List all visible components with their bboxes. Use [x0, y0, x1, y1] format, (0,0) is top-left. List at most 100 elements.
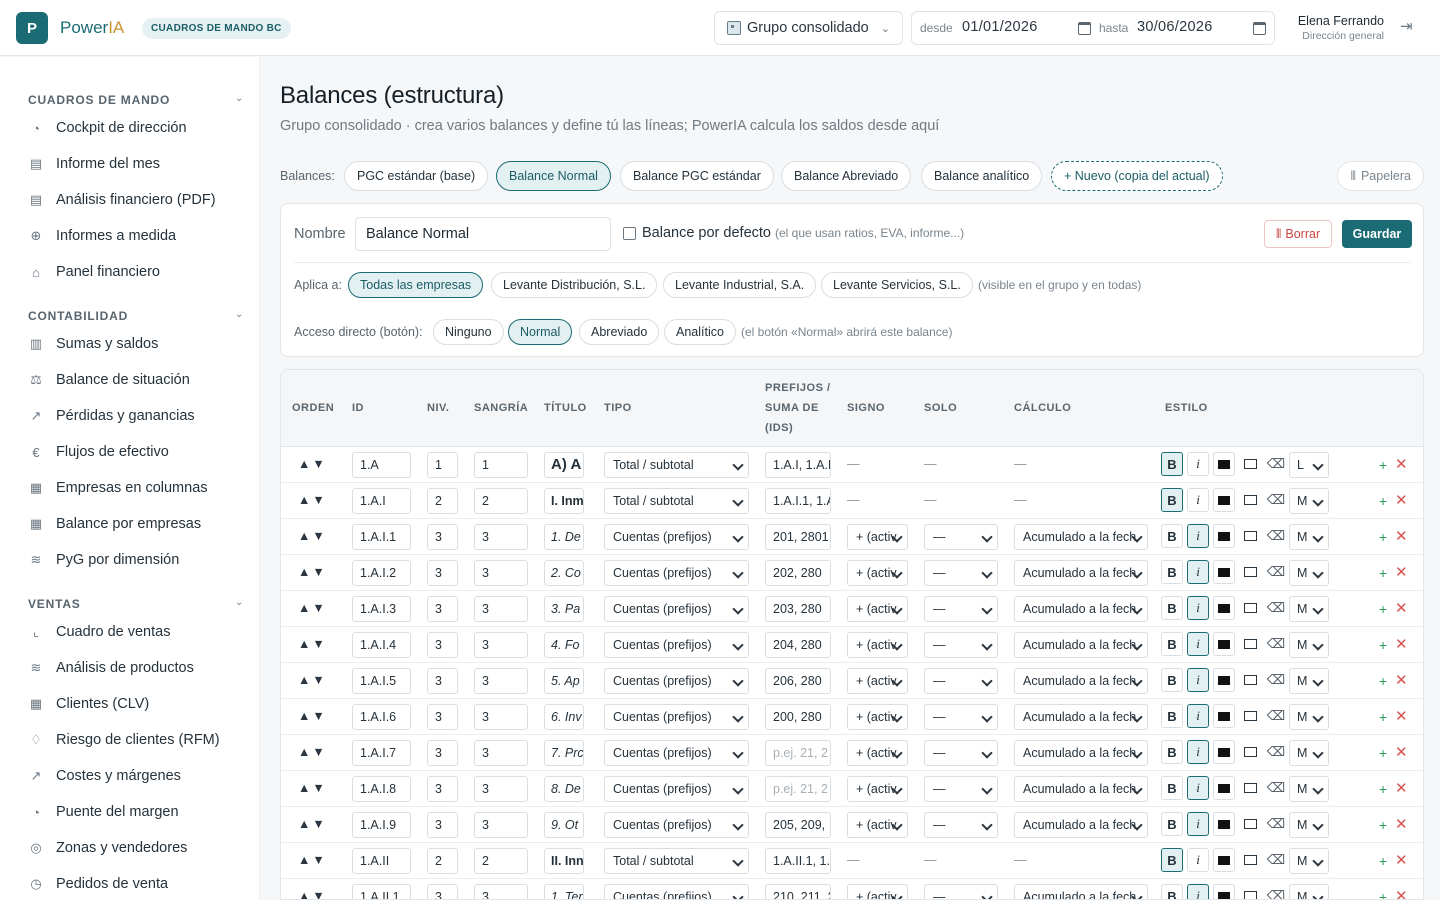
save-button[interactable]: Guardar — [1342, 220, 1412, 248]
sidebar-item[interactable]: ♢ Riesgo de clientes (RFM) — [28, 732, 219, 748]
title-input[interactable]: A) A — [544, 452, 584, 478]
sign-select[interactable]: + (activ — [847, 812, 908, 838]
move-down-icon[interactable]: ▼ — [312, 781, 326, 795]
italic-toggle[interactable]: i — [1187, 668, 1209, 692]
only-select[interactable]: — — [924, 632, 998, 658]
level-input[interactable]: 3 — [427, 704, 458, 730]
move-down-icon[interactable]: ▼ — [312, 601, 326, 615]
move-up-icon[interactable]: ▲ — [298, 745, 312, 759]
move-down-icon[interactable]: ▼ — [312, 529, 326, 543]
indent-input[interactable]: 3 — [474, 560, 528, 586]
sidebar-item[interactable]: ↗ Costes y márgenes — [28, 768, 181, 784]
italic-toggle[interactable]: i — [1187, 812, 1209, 836]
size-select[interactable]: M — [1289, 560, 1329, 586]
type-select[interactable]: Cuentas (prefijos) — [604, 812, 749, 838]
indent-input[interactable]: 3 — [474, 596, 528, 622]
clear-format-icon[interactable]: ⌫ — [1265, 812, 1287, 836]
indent-input[interactable]: 3 — [474, 668, 528, 694]
sign-select[interactable]: + (activ — [847, 560, 908, 586]
delete-row-icon[interactable]: ✕ — [1395, 563, 1408, 581]
italic-toggle[interactable]: i — [1187, 776, 1209, 800]
logout-icon[interactable]: ⇥ — [1400, 19, 1414, 34]
border-toggle[interactable] — [1239, 704, 1261, 728]
shortcut-normal[interactable]: Normal — [508, 319, 573, 345]
fill-toggle[interactable] — [1213, 596, 1235, 620]
chevron-down-icon[interactable]: ⌄ — [235, 309, 244, 320]
balance-tab-analitico[interactable]: Balance analítico — [921, 161, 1043, 191]
sidebar-item[interactable]: ▤ Informe del mes — [28, 156, 160, 172]
sidebar-item[interactable]: ◷ Pedidos de venta — [28, 876, 168, 892]
sidebar-item[interactable]: ⚖ Balance de situación — [28, 372, 190, 388]
title-input[interactable]: 5. Ap — [544, 668, 584, 694]
bold-toggle[interactable]: B — [1161, 452, 1183, 476]
delete-row-icon[interactable]: ✕ — [1395, 527, 1408, 545]
type-select[interactable]: Cuentas (prefijos) — [604, 560, 749, 586]
move-up-icon[interactable]: ▲ — [298, 781, 312, 795]
add-row-icon[interactable]: + — [1379, 781, 1387, 797]
type-select[interactable]: Total / subtotal — [604, 452, 749, 478]
border-toggle[interactable] — [1239, 848, 1261, 872]
clear-format-icon[interactable]: ⌫ — [1265, 848, 1287, 872]
applies-company-distribucion[interactable]: Levante Distribución, S.L. — [491, 272, 658, 298]
id-input[interactable]: 1.A.I.8 — [352, 776, 411, 802]
border-toggle[interactable] — [1239, 632, 1261, 656]
move-down-icon[interactable]: ▼ — [312, 709, 326, 723]
move-up-icon[interactable]: ▲ — [298, 493, 312, 507]
bold-toggle[interactable]: B — [1161, 848, 1183, 872]
clear-format-icon[interactable]: ⌫ — [1265, 884, 1287, 899]
delete-row-icon[interactable]: ✕ — [1395, 455, 1408, 473]
sidebar-item[interactable]: ◎ Zonas y vendedores — [28, 840, 187, 856]
border-toggle[interactable] — [1239, 776, 1261, 800]
chevron-down-icon[interactable]: ⌄ — [235, 597, 244, 608]
level-input[interactable]: 3 — [427, 596, 458, 622]
id-input[interactable]: 1.A.II.1 — [352, 884, 411, 899]
from-date-input[interactable]: 01/01/2026 — [962, 19, 1038, 35]
indent-input[interactable]: 3 — [474, 704, 528, 730]
delete-row-icon[interactable]: ✕ — [1395, 707, 1408, 725]
level-input[interactable]: 3 — [427, 632, 458, 658]
sidebar-item[interactable]: ▤ Análisis financiero (PDF) — [28, 192, 216, 208]
id-input[interactable]: 1.A.I.9 — [352, 812, 411, 838]
sign-select[interactable]: + (activ — [847, 524, 908, 550]
italic-toggle[interactable]: i — [1187, 452, 1209, 476]
sign-select[interactable]: + (activ — [847, 740, 908, 766]
id-input[interactable]: 1.A.I.7 — [352, 740, 411, 766]
size-select[interactable]: M — [1289, 596, 1329, 622]
add-row-icon[interactable]: + — [1379, 637, 1387, 653]
fill-toggle[interactable] — [1213, 848, 1235, 872]
app-logo[interactable]: P — [16, 12, 48, 44]
move-down-icon[interactable]: ▼ — [312, 637, 326, 651]
indent-input[interactable]: 2 — [474, 488, 528, 514]
name-input[interactable]: Balance Normal — [355, 217, 611, 251]
applies-all-companies[interactable]: Todas las empresas — [348, 272, 484, 298]
border-toggle[interactable] — [1239, 524, 1261, 548]
delete-row-icon[interactable]: ✕ — [1395, 671, 1408, 689]
border-toggle[interactable] — [1239, 740, 1261, 764]
size-select[interactable]: M — [1289, 488, 1329, 514]
bold-toggle[interactable]: B — [1161, 668, 1183, 692]
fill-toggle[interactable] — [1213, 488, 1235, 512]
bold-toggle[interactable]: B — [1161, 632, 1183, 656]
size-select[interactable]: M — [1289, 884, 1329, 899]
title-input[interactable]: 4. Fo — [544, 632, 584, 658]
delete-row-icon[interactable]: ✕ — [1395, 887, 1408, 899]
delete-row-icon[interactable]: ✕ — [1395, 815, 1408, 833]
calc-select[interactable]: Acumulado a la fech — [1014, 812, 1148, 838]
size-select[interactable]: M — [1289, 632, 1329, 658]
move-up-icon[interactable]: ▲ — [298, 889, 312, 899]
italic-toggle[interactable]: i — [1187, 524, 1209, 548]
id-input[interactable]: 1.A.I.2 — [352, 560, 411, 586]
size-select[interactable]: M — [1289, 740, 1329, 766]
indent-input[interactable]: 3 — [474, 884, 528, 899]
size-select[interactable]: M — [1289, 668, 1329, 694]
move-down-icon[interactable]: ▼ — [312, 565, 326, 579]
prefixes-input[interactable]: 1.A.I, 1.A.I — [765, 452, 831, 478]
level-input[interactable]: 3 — [427, 884, 458, 899]
clear-format-icon[interactable]: ⌫ — [1265, 632, 1287, 656]
italic-toggle[interactable]: i — [1187, 560, 1209, 584]
add-row-icon[interactable]: + — [1379, 889, 1387, 899]
sidebar-item[interactable]: ▦ Clientes (CLV) — [28, 696, 149, 712]
type-select[interactable]: Cuentas (prefijos) — [604, 776, 749, 802]
sign-select[interactable]: + (activ — [847, 884, 908, 899]
delete-row-icon[interactable]: ✕ — [1395, 491, 1408, 509]
